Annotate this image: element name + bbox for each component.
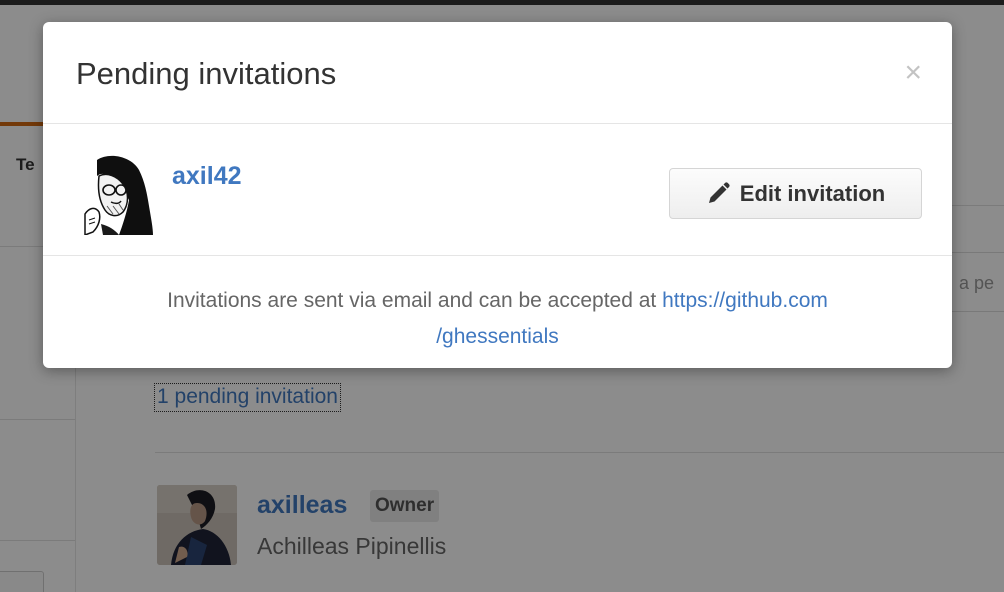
edit-invitation-button[interactable]: Edit invitation [669, 168, 922, 219]
caricature-avatar [79, 154, 153, 237]
modal-title: Pending invitations [76, 56, 337, 91]
invitation-row: axil42 Edit invitation [43, 124, 952, 256]
page: Te a pe 1 pending invitation axilleas Ow… [0, 0, 1004, 592]
modal-footer: Invitations are sent via email and can b… [43, 256, 952, 355]
footer-line-1: Invitations are sent via email and can b… [43, 283, 952, 319]
edit-invitation-label: Edit invitation [739, 180, 886, 206]
close-icon[interactable]: × [904, 58, 922, 88]
invitee-avatar[interactable] [79, 154, 153, 237]
footer-link-part1[interactable]: https://github.com [662, 289, 828, 312]
pending-invitations-dialog: Pending invitations × axil42 Edit invita… [43, 22, 952, 368]
footer-link-part2[interactable]: /ghessentials [436, 325, 559, 348]
footer-text: Invitations are sent via email and can b… [167, 289, 657, 312]
modal-header: Pending invitations × [43, 22, 952, 124]
invitee-login[interactable]: axil42 [172, 162, 242, 191]
pencil-icon [706, 181, 730, 206]
footer-line-2: /ghessentials [43, 319, 952, 355]
